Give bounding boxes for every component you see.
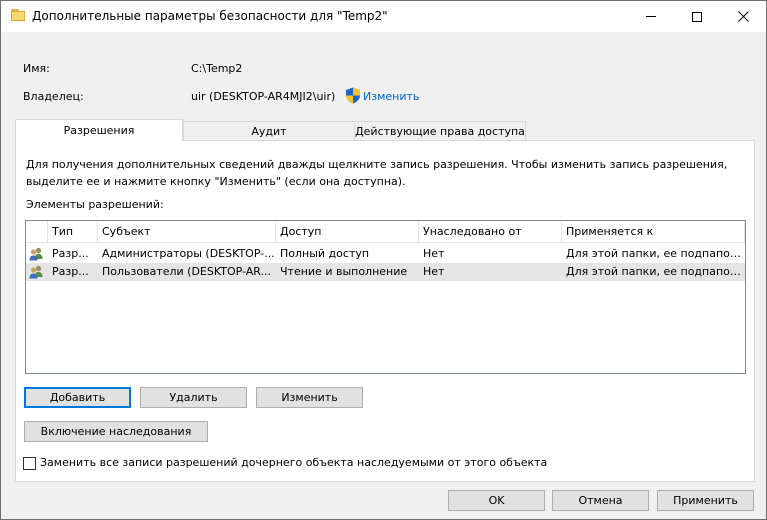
apply-button[interactable]: Применить bbox=[657, 490, 754, 511]
column-icon-header[interactable] bbox=[26, 221, 48, 243]
table-row[interactable]: Разр... Пользователи (DESKTOP-AR... Чтен… bbox=[26, 263, 745, 281]
enable-inheritance-button[interactable]: Включение наследования bbox=[24, 421, 208, 442]
name-value: C:\Temp2 bbox=[191, 62, 243, 75]
change-owner-link[interactable]: Изменить bbox=[363, 90, 419, 103]
row-applies: Для этой папки, ее подпапок... bbox=[566, 247, 745, 260]
edit-button[interactable]: Изменить bbox=[256, 387, 363, 408]
owner-label: Владелец: bbox=[23, 90, 84, 103]
ok-button[interactable]: OK bbox=[448, 490, 545, 511]
column-access-header[interactable]: Доступ bbox=[276, 221, 419, 243]
close-icon bbox=[737, 11, 749, 22]
row-principal: Администраторы (DESKTOP-... bbox=[102, 247, 275, 260]
permission-entries-label: Элементы разрешений: bbox=[26, 198, 164, 211]
permission-entries-list[interactable]: Тип Субъект Доступ Унаследовано от Приме… bbox=[25, 220, 746, 374]
maximize-button[interactable] bbox=[674, 1, 720, 32]
tab-audit[interactable]: Аудит bbox=[183, 121, 355, 141]
maximize-icon bbox=[692, 11, 702, 22]
users-icon bbox=[28, 246, 44, 262]
cancel-button[interactable]: Отмена bbox=[552, 490, 649, 511]
row-inherited: Нет bbox=[423, 247, 445, 260]
row-type: Разр... bbox=[52, 247, 89, 260]
close-button[interactable] bbox=[720, 1, 766, 32]
replace-child-permissions-checkbox[interactable] bbox=[23, 457, 36, 470]
row-principal: Пользователи (DESKTOP-AR... bbox=[102, 265, 271, 278]
column-principal-header[interactable]: Субъект bbox=[98, 221, 276, 243]
owner-value: uir (DESKTOP-AR4MJI2\uir) bbox=[191, 90, 336, 103]
title-bar[interactable]: Дополнительные параметры безопасности дл… bbox=[1, 1, 766, 32]
row-access: Полный доступ bbox=[280, 247, 370, 260]
column-type-header[interactable]: Тип bbox=[48, 221, 98, 243]
row-applies: Для этой папки, ее подпапок... bbox=[566, 265, 745, 278]
minimize-icon bbox=[646, 16, 656, 17]
column-applies-header[interactable]: Применяется к bbox=[562, 221, 745, 243]
users-icon bbox=[28, 264, 44, 280]
row-access: Чтение и выполнение bbox=[280, 265, 408, 278]
list-header: Тип Субъект Доступ Унаследовано от Приме… bbox=[26, 221, 745, 243]
row-type: Разр... bbox=[52, 265, 89, 278]
add-button[interactable]: Добавить bbox=[24, 387, 131, 408]
window-title: Дополнительные параметры безопасности дл… bbox=[32, 9, 388, 23]
replace-child-permissions-label[interactable]: Заменить все записи разрешений дочернего… bbox=[40, 456, 547, 469]
permissions-description: Для получения дополнительных сведений дв… bbox=[26, 158, 728, 188]
name-label: Имя: bbox=[23, 62, 50, 75]
minimize-button[interactable] bbox=[628, 1, 674, 32]
security-settings-window: Дополнительные параметры безопасности дл… bbox=[0, 0, 767, 520]
uac-shield-icon bbox=[345, 87, 361, 104]
folder-icon bbox=[11, 9, 25, 21]
tab-effective-access[interactable]: Действующие права доступа bbox=[354, 121, 526, 141]
column-inherited-header[interactable]: Унаследовано от bbox=[419, 221, 562, 243]
table-row[interactable]: Разр... Администраторы (DESKTOP-... Полн… bbox=[26, 245, 745, 263]
row-inherited: Нет bbox=[423, 265, 445, 278]
remove-button[interactable]: Удалить bbox=[140, 387, 247, 408]
tab-permissions[interactable]: Разрешения bbox=[15, 119, 183, 141]
